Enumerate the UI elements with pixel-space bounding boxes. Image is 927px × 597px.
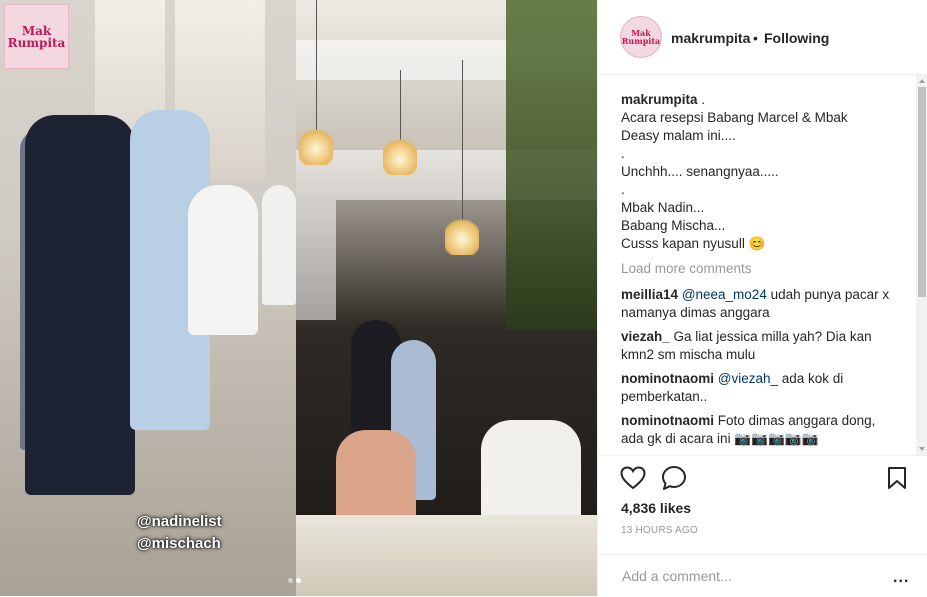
caption-line: Mbak Nadin... (621, 200, 705, 215)
caption-line: . (621, 146, 625, 161)
carousel-dot-active (296, 578, 301, 583)
side-drape (296, 200, 336, 320)
greenery (506, 0, 597, 330)
avatar-text: Rumpita (621, 36, 661, 46)
add-comment-bar: ... (598, 554, 927, 597)
caption-line: Babang Mischa... (621, 218, 726, 233)
carousel-dots (288, 578, 301, 583)
comment-mention[interactable]: @viezah_ (718, 371, 778, 386)
caption-username[interactable]: makrumpita (621, 92, 698, 107)
comment-username[interactable]: viezah_ (621, 329, 670, 344)
brand-logo: Mak Rumpita (4, 4, 69, 69)
caption-suffix: . (697, 92, 706, 107)
post-details-panel: Mak Rumpita makrumpita • Following makru… (597, 0, 927, 596)
lamp-cord (462, 60, 463, 220)
table-flowers (296, 515, 597, 596)
post-caption: makrumpita . Acara resepsi Babang Marcel… (621, 91, 896, 253)
scrollbar-thumb[interactable] (918, 87, 926, 297)
header-separator: • (753, 30, 758, 46)
caption-line: . (621, 182, 625, 197)
pendant-lamp (299, 125, 333, 165)
header-username[interactable]: makrumpita (671, 30, 750, 46)
comment-item: nominotnaomi @viezah_ ada kok di pemberk… (621, 370, 901, 406)
comment-item: nominotnaomi Foto dimas anggara dong, ad… (621, 412, 901, 448)
following-button[interactable]: Following (764, 30, 829, 46)
lamp-cord (400, 70, 401, 140)
likes-count[interactable]: 4,836 likes (621, 500, 691, 516)
caption-line: Acara resepsi Babang Marcel & Mbak (621, 110, 848, 125)
more-options-icon[interactable]: ... (893, 569, 909, 587)
caption-line: Cusss kapan nyusull 😊 (621, 236, 766, 251)
pendant-lamp (383, 135, 417, 175)
comment-username[interactable]: meillia14 (621, 287, 678, 302)
heart-icon[interactable] (620, 466, 646, 490)
pendant-lamp (445, 215, 479, 255)
comment-username[interactable]: nominotnaomi (621, 413, 714, 428)
post-actions: 4,836 likes 13 HOURS AGO (598, 455, 927, 556)
caption-line: Deasy malam ini.... (621, 128, 736, 143)
load-more-comments-button[interactable]: Load more comments (621, 261, 752, 276)
post-header: Mak Rumpita makrumpita • Following (598, 0, 927, 75)
caption-line: Unchhh.... senangnyaa..... (621, 164, 779, 179)
scroll-up-arrow-icon[interactable] (919, 79, 925, 83)
logo-text: Rumpita (7, 35, 66, 50)
guest-figure (262, 185, 296, 305)
scroll-down-arrow-icon[interactable] (919, 447, 925, 451)
comments-list[interactable]: makrumpita . Acara resepsi Babang Marcel… (598, 75, 916, 455)
comment-icon[interactable] (661, 465, 687, 491)
post-media[interactable]: Mak Rumpita @nadinelist @mischach (0, 0, 597, 596)
groom-figure (25, 115, 135, 495)
carousel-dot (288, 578, 293, 583)
story-photo-left (0, 0, 296, 596)
lamp-cord (316, 0, 317, 130)
add-comment-input[interactable] (620, 563, 874, 589)
avatar[interactable]: Mak Rumpita (620, 16, 662, 58)
comment-item: viezah_ Ga liat jessica milla yah? Dia k… (621, 328, 901, 364)
logo-text: Mak (21, 23, 52, 38)
bookmark-icon[interactable] (887, 466, 907, 490)
comment-item: meillia14 @neea_mo24 udah punya pacar x … (621, 286, 901, 322)
comment-mention[interactable]: @neea_mo24 (682, 287, 767, 302)
story-photo-right (296, 0, 597, 596)
guest-figure (188, 185, 258, 335)
comment-username[interactable]: nominotnaomi (621, 371, 714, 386)
post-timestamp[interactable]: 13 HOURS AGO (621, 525, 698, 536)
comments-scrollbar[interactable] (916, 75, 927, 455)
user-tag[interactable]: @mischach (137, 535, 221, 552)
user-tag[interactable]: @nadinelist (137, 513, 222, 530)
